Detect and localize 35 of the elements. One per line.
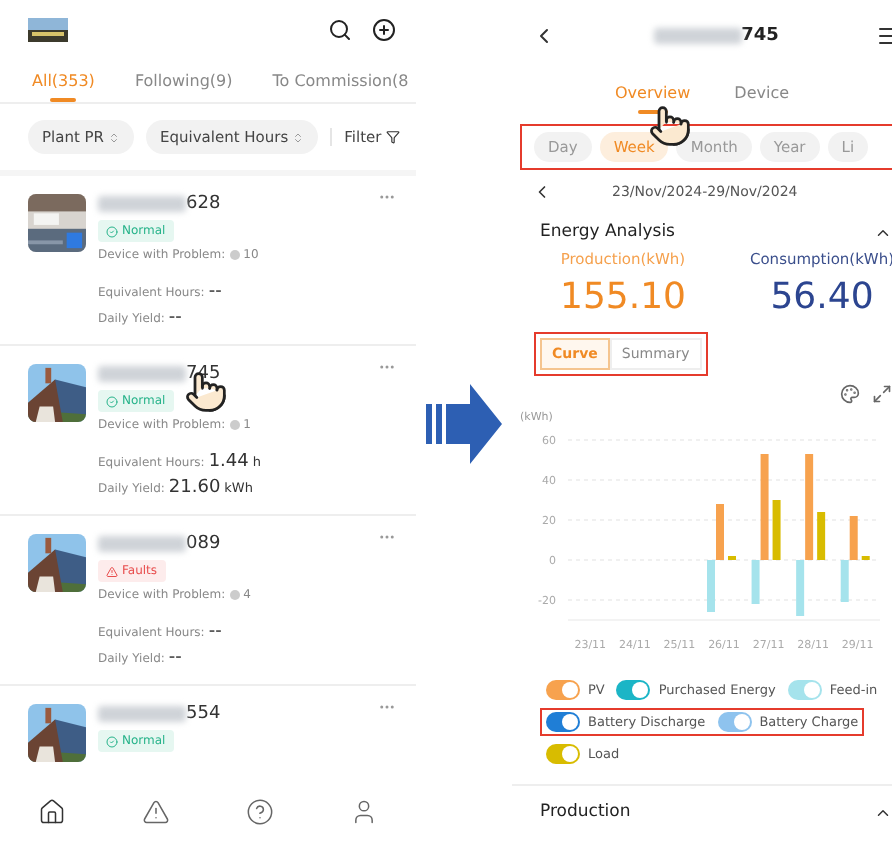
search-icon[interactable] xyxy=(328,18,352,43)
toggle-switch[interactable] xyxy=(546,744,580,764)
section-title: Production xyxy=(540,802,631,822)
stat-value: 56.40 xyxy=(770,276,874,318)
plant-id: 089 xyxy=(186,534,221,555)
arrow-icon xyxy=(426,380,502,468)
toggle-switch[interactable] xyxy=(546,680,580,700)
tab[interactable]: Device xyxy=(734,72,790,114)
tab[interactable]: All(353) xyxy=(32,60,95,103)
add-icon[interactable] xyxy=(372,18,396,43)
help-icon[interactable] xyxy=(246,798,274,826)
expand-icon[interactable] xyxy=(872,384,892,404)
stat-value: 155.10 xyxy=(560,276,686,318)
plant-id: 554 xyxy=(186,704,221,725)
toggle-switch[interactable] xyxy=(787,680,822,700)
home-icon[interactable] xyxy=(38,798,66,826)
toggle-switch[interactable] xyxy=(546,712,580,732)
plant-title: 745 xyxy=(741,26,779,46)
blurred-text xyxy=(653,28,742,44)
blurred-text xyxy=(98,196,186,213)
palette-icon[interactable] xyxy=(840,384,860,404)
toggle-switch[interactable] xyxy=(717,712,752,732)
blurred-text xyxy=(98,536,186,553)
toggle-switch[interactable] xyxy=(616,680,651,700)
section-title: Energy Analysis xyxy=(540,222,675,242)
filter-icon xyxy=(385,130,400,145)
tab[interactable]: To Commission(8 xyxy=(272,60,409,103)
plant-id: 628 xyxy=(186,194,221,215)
chart-bar xyxy=(772,500,781,560)
blurred-text xyxy=(98,366,186,383)
chart-bar xyxy=(817,512,826,560)
tab[interactable]: Following(9) xyxy=(134,60,233,103)
blurred-text xyxy=(98,706,186,723)
user-icon[interactable] xyxy=(350,798,378,826)
warning-icon[interactable] xyxy=(142,798,170,826)
